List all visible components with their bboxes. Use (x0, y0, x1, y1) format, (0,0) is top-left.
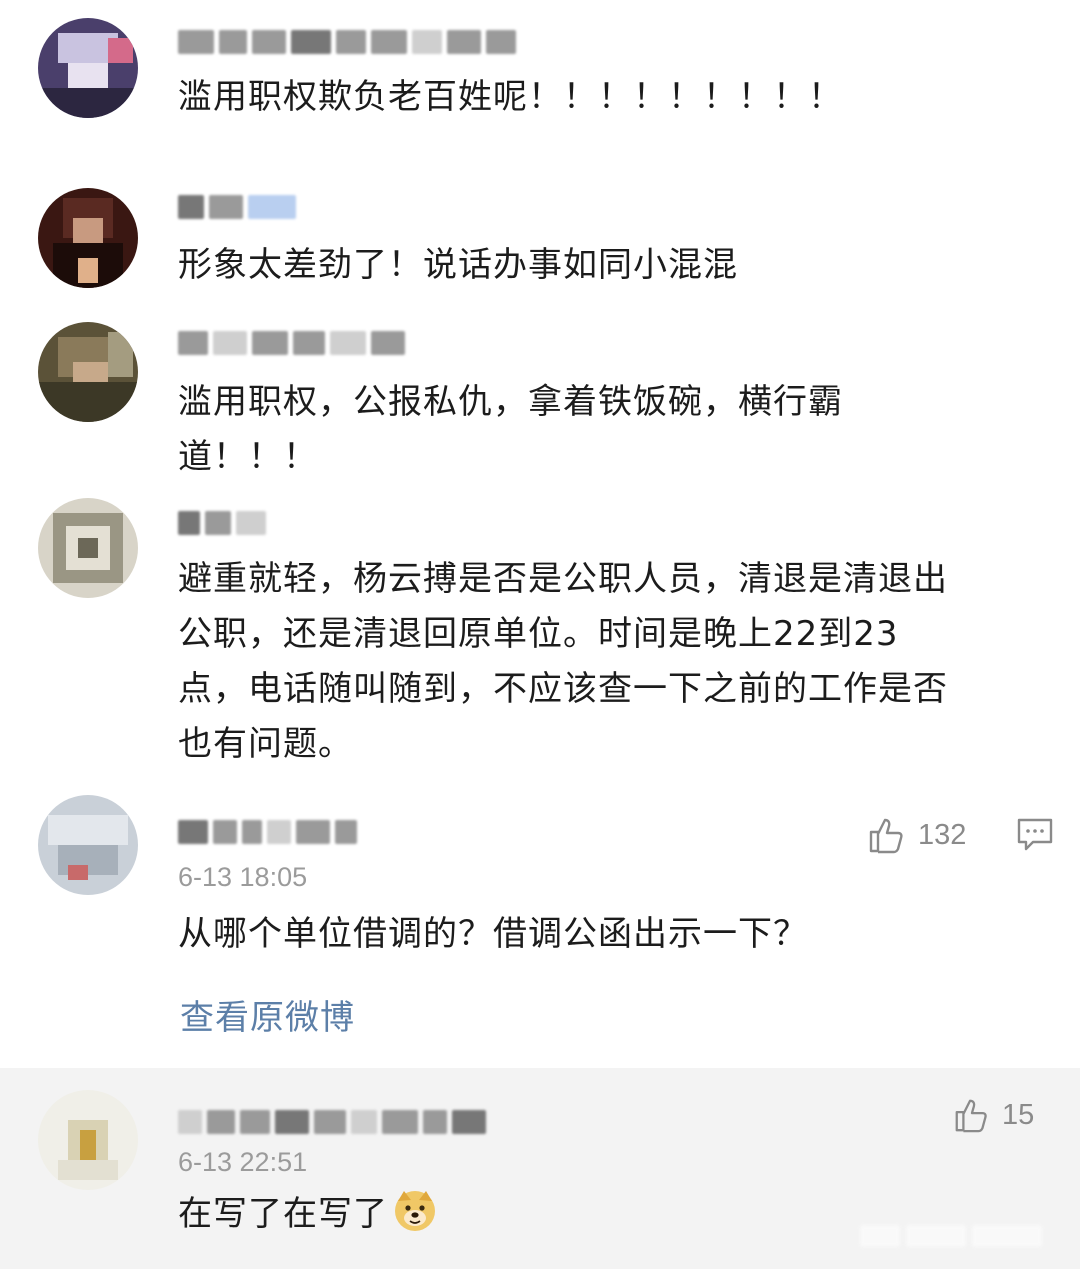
comment-text-line: 也有问题。 (178, 724, 353, 764)
comment-text-line: 点，电话随叫随到，不应该查一下之前的工作是否 (178, 669, 948, 709)
avatar[interactable] (38, 498, 138, 598)
avatar[interactable] (38, 795, 138, 895)
avatar[interactable] (38, 18, 138, 118)
thumbs-up-icon (955, 1099, 987, 1133)
like-count: 15 (1002, 1098, 1035, 1131)
comment-text-line: 避重就轻，杨云搏是否是公职人员，清退是清退出 (178, 559, 948, 599)
avatar[interactable] (38, 322, 138, 422)
avatar[interactable] (38, 188, 138, 288)
like-button[interactable]: 132 (866, 815, 966, 855)
comment-icon (1017, 818, 1053, 851)
timestamp: 6-13 18:05 (178, 862, 308, 892)
watermark (860, 1225, 1060, 1251)
reply-button[interactable] (1016, 817, 1054, 857)
comment-text-line: 道！！！ (178, 437, 318, 477)
weibo-comment-list: 滥用职权欺负老百姓呢！！！！！！！！！ 形象太差劲了！说话办事如同小混混 滥用职… (0, 0, 1080, 1269)
like-count: 132 (918, 818, 967, 851)
timestamp: 6-13 22:51 (178, 1147, 308, 1177)
username-blurred[interactable] (178, 190, 296, 224)
comment-text-line: 公职，还是清退回原单位。时间是晚上22到23 (178, 614, 899, 654)
comment-text: 滥用职权，公报私仇，拿着铁饭碗，横行霸 道！！！ (178, 375, 1038, 485)
thumbs-up-icon (869, 818, 903, 854)
comment-text: 避重就轻，杨云搏是否是公职人员，清退是清退出 公职，还是清退回原单位。时间是晚上… (178, 552, 1038, 772)
comment-text: 滥用职权欺负老百姓呢！！！！！！！！！ (178, 77, 843, 117)
doge-emoji (395, 1191, 435, 1231)
username-blurred[interactable] (178, 506, 266, 540)
comment-text-line: 滥用职权，公报私仇，拿着铁饭碗，横行霸 (178, 382, 843, 422)
username-blurred[interactable] (178, 1105, 486, 1139)
view-original-link[interactable]: 查看原微博 (180, 990, 355, 1039)
like-button[interactable]: 15 (952, 1096, 1034, 1134)
reply-text: 在写了在写了 (178, 1194, 388, 1234)
avatar[interactable] (38, 1090, 138, 1190)
username-blurred[interactable] (178, 815, 357, 849)
username-blurred[interactable] (178, 326, 405, 360)
comment-text: 形象太差劲了！说话办事如同小混混 (178, 245, 738, 285)
comment-text: 从哪个单位借调的？借调公函出示一下？ (178, 914, 808, 954)
username-blurred[interactable] (178, 25, 516, 59)
